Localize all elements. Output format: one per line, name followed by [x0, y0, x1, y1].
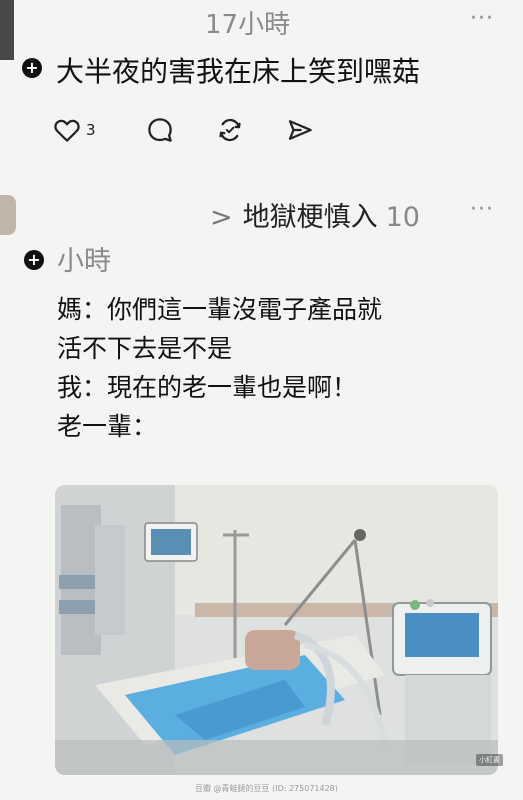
share-button[interactable]	[285, 112, 315, 148]
heart-icon	[54, 119, 80, 142]
follow-plus-icon[interactable]: +	[24, 250, 44, 270]
more-options-button[interactable]: ···	[470, 197, 494, 222]
post-time: 17小時	[205, 10, 291, 40]
hospital-room-illustration	[55, 485, 498, 775]
text-line: 老一輩：	[57, 412, 158, 441]
comment-icon	[148, 118, 172, 142]
chevron-right-icon: >	[210, 202, 233, 233]
image-source-tag: 小紅書	[476, 754, 503, 766]
text-line: 媽：你們這一輩沒電子產品就	[57, 295, 383, 324]
follow-plus-icon[interactable]: +	[22, 58, 42, 78]
avatar[interactable]	[0, 195, 16, 235]
watermark: 豆瓣 @青蛙腿的豆豆 (ID: 275071428)	[195, 784, 338, 793]
reply-number: 10	[385, 202, 420, 233]
post-text: 媽：你們這一輩沒電子產品就 活不下去是不是 我：現在的老一輩也是啊！ 老一輩：	[57, 290, 382, 446]
avatar-edge	[0, 0, 14, 60]
more-options-button[interactable]: ···	[470, 6, 494, 31]
like-count: 3	[86, 121, 96, 139]
text-line: 我：現在的老一輩也是啊！	[57, 373, 358, 402]
attached-photo[interactable]	[55, 485, 498, 775]
send-icon	[288, 120, 312, 140]
like-button[interactable]: 3	[52, 112, 96, 148]
repost-button[interactable]	[215, 112, 245, 148]
post-reply: > 地獄梗慎入 10 ··· + 小時 媽：你們這一輩沒電子產品就 活不下去是不是 …	[0, 175, 523, 800]
post-top: 17小時 ··· + 大半夜的害我在床上笑到嘿菇 3	[0, 0, 523, 175]
reply-header: > 地獄梗慎入 10	[210, 195, 420, 234]
comment-button[interactable]	[145, 112, 175, 148]
reply-to-name[interactable]: 地獄梗慎入	[243, 202, 378, 233]
text-line: 活不下去是不是	[57, 334, 233, 363]
action-bar: 3	[52, 112, 352, 148]
post-text: 大半夜的害我在床上笑到嘿菇	[56, 55, 421, 88]
repost-icon	[219, 118, 241, 142]
post-time: 小時	[57, 246, 111, 277]
